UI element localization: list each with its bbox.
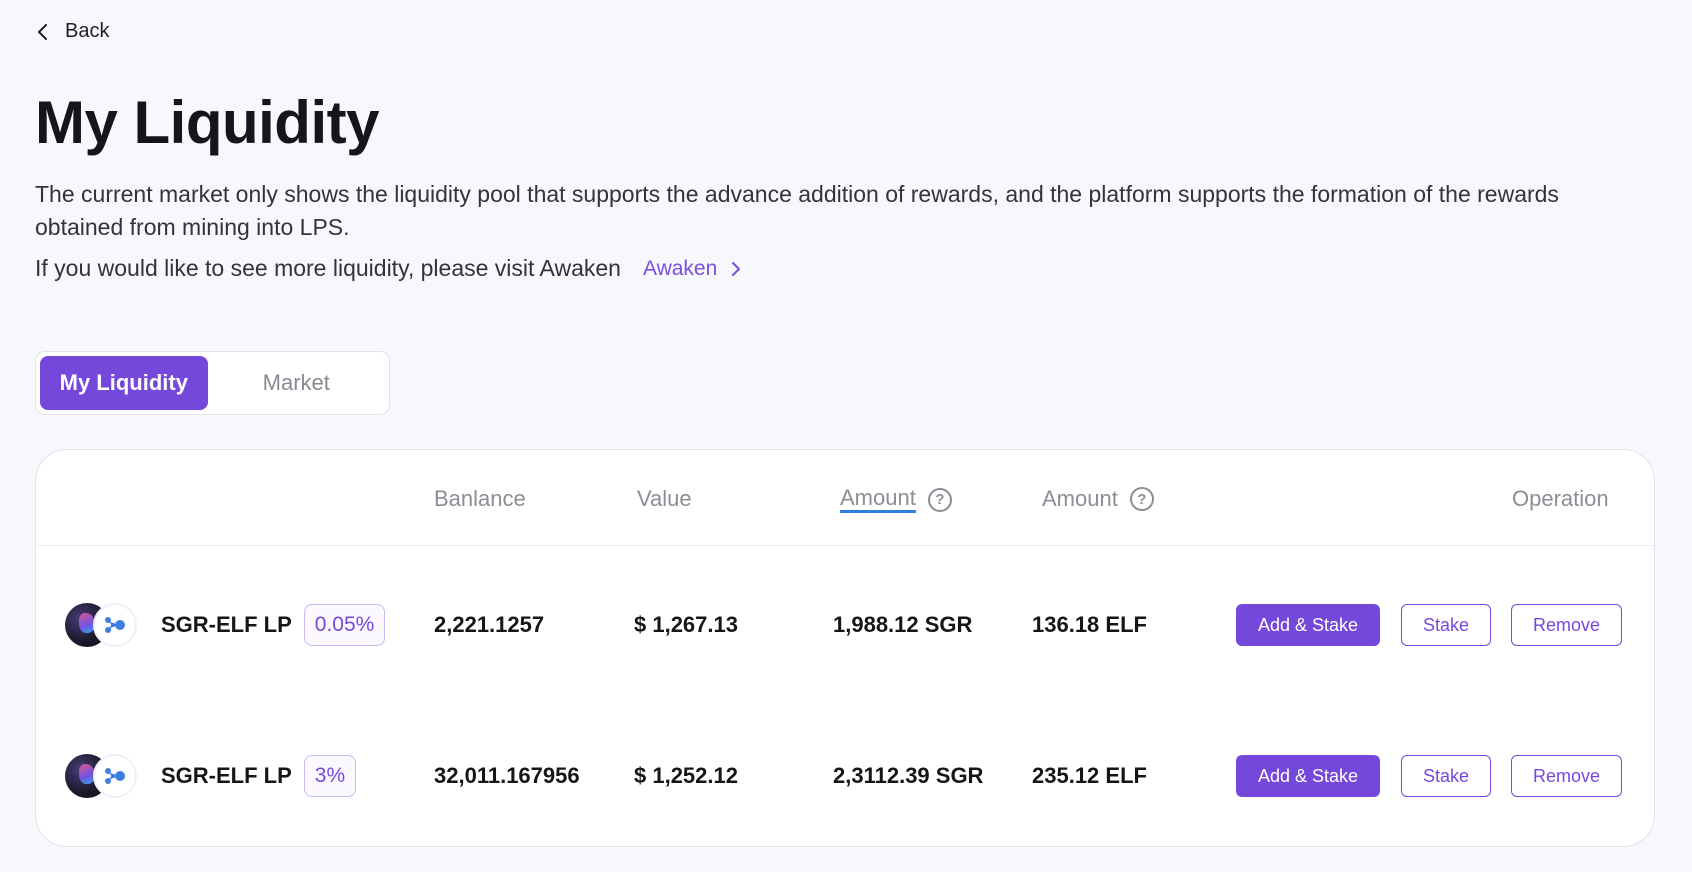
awaken-link[interactable]: Awaken [643,257,743,281]
amount-elf-cell: 235.12 ELF [1032,763,1147,788]
pair-cell: SGR-ELF LP 0.05% [161,580,386,670]
column-header-operation-label: Operation [1512,486,1609,511]
token-pair-icons [65,602,141,648]
page-title: My Liquidity [35,89,379,156]
page-description: The current market only shows the liquid… [35,181,1559,240]
visit-text: If you would like to see more liquidity,… [35,255,621,281]
balance-cell: 2,221.1257 [434,612,545,637]
table-row: SGR-ELF LP 3% 32,011.167956 $ 1,252.12 2… [36,731,1654,821]
visit-awaken-line: If you would like to see more liquidity,… [35,255,743,282]
amount-sgr-cell: 2,3112.39 SGR [833,763,984,788]
column-header-amount-elf-label: Amount [1042,486,1118,511]
tab-market[interactable]: Market [208,356,385,410]
token-pair-icons [65,753,141,799]
balance-cell: 32,011.167956 [434,763,580,788]
question-circle-icon[interactable]: ? [927,487,952,512]
amount-sgr-cell: 1,988.12 SGR [833,612,973,637]
question-circle-icon[interactable]: ? [1129,487,1154,511]
chevron-left-icon [38,23,47,40]
pair-cell: SGR-ELF LP 3% [161,731,357,821]
elf-token-icon [93,603,137,647]
add-stake-button[interactable]: Add & Stake [1236,604,1380,646]
amount-elf-cell: 136.18 ELF [1032,612,1147,637]
column-header-amount-sgr-label: Amount [840,486,916,513]
back-button[interactable]: Back [35,20,109,43]
value-cell: $ 1,267.13 [634,612,738,637]
liquidity-tabs: My Liquidity Market [35,351,390,415]
column-header-balance-label: Banlance [434,486,526,511]
back-label: Back [65,20,110,42]
fee-badge: 3% [303,755,357,797]
stake-button[interactable]: Stake [1401,755,1491,797]
liquidity-table: Banlance Value Amount ? Amount ? Operati… [35,449,1655,847]
column-header-value: Value [637,486,692,512]
column-header-amount-sgr: Amount ? [840,486,952,513]
awaken-link-label: Awaken [642,256,718,280]
column-header-value-label: Value [637,486,692,511]
stake-button[interactable]: Stake [1401,604,1491,646]
fee-badge: 0.05% [303,604,386,646]
chevron-right-icon [732,261,741,276]
pair-name: SGR-ELF LP [161,612,292,637]
table-header: Banlance Value Amount ? Amount ? Operati… [36,450,1654,546]
remove-button[interactable]: Remove [1511,755,1622,797]
column-header-amount-elf: Amount ? [1042,486,1154,512]
value-cell: $ 1,252.12 [634,763,738,788]
tab-my-liquidity[interactable]: My Liquidity [40,356,208,410]
page: Back My Liquidity The current market onl… [0,0,1692,872]
elf-token-icon [93,754,137,798]
column-header-operation: Operation [1512,486,1609,512]
add-stake-button[interactable]: Add & Stake [1236,755,1380,797]
table-row: SGR-ELF LP 0.05% 2,221.1257 $ 1,267.13 1… [36,580,1654,670]
remove-button[interactable]: Remove [1511,604,1622,646]
pair-name: SGR-ELF LP [161,763,292,788]
column-header-balance: Banlance [434,486,526,512]
